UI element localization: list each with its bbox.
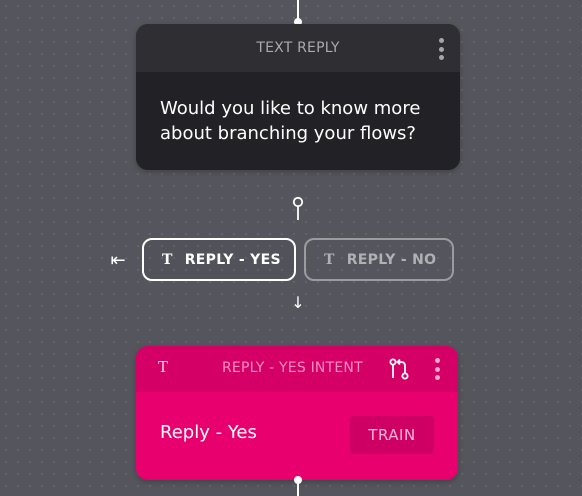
text-reply-title: TEXT REPLY <box>256 40 340 56</box>
train-button[interactable]: TRAIN <box>350 416 434 454</box>
text-reply-header: TEXT REPLY <box>136 24 460 72</box>
kebab-menu-icon[interactable] <box>438 38 444 60</box>
quick-reply-yes-button[interactable]: T REPLY - YES <box>142 238 296 281</box>
intent-label: Reply - Yes <box>160 422 257 443</box>
intent-title: REPLY - YES INTENT <box>222 360 363 376</box>
connector-pin-icon[interactable] <box>292 196 304 222</box>
text-reply-body: Would you like to know more about branch… <box>136 72 460 170</box>
intent-header: T REPLY - YES INTENT <box>136 346 458 392</box>
arrow-down-icon: ↓ <box>291 293 305 312</box>
text-type-icon: T <box>162 251 173 268</box>
text-type-icon: T <box>324 251 335 268</box>
intent-card[interactable]: T REPLY - YES INTENT Reply - Yes TRAIN <box>136 346 458 480</box>
text-reply-card[interactable]: TEXT REPLY Would you like to know more a… <box>136 24 460 170</box>
connector-bottom-dot <box>294 476 302 484</box>
intent-body: Reply - Yes TRAIN <box>136 392 458 480</box>
quick-reply-no-label: REPLY - NO <box>346 251 437 268</box>
collapse-left-icon[interactable]: ⇤ <box>106 248 130 274</box>
quick-reply-no-button[interactable]: T REPLY - NO <box>304 238 454 281</box>
quick-reply-yes-label: REPLY - YES <box>184 251 281 268</box>
text-type-icon: T <box>158 358 169 376</box>
branch-icon[interactable] <box>388 358 410 380</box>
kebab-menu-icon[interactable] <box>434 358 440 380</box>
text-reply-message: Would you like to know more about branch… <box>160 98 421 144</box>
